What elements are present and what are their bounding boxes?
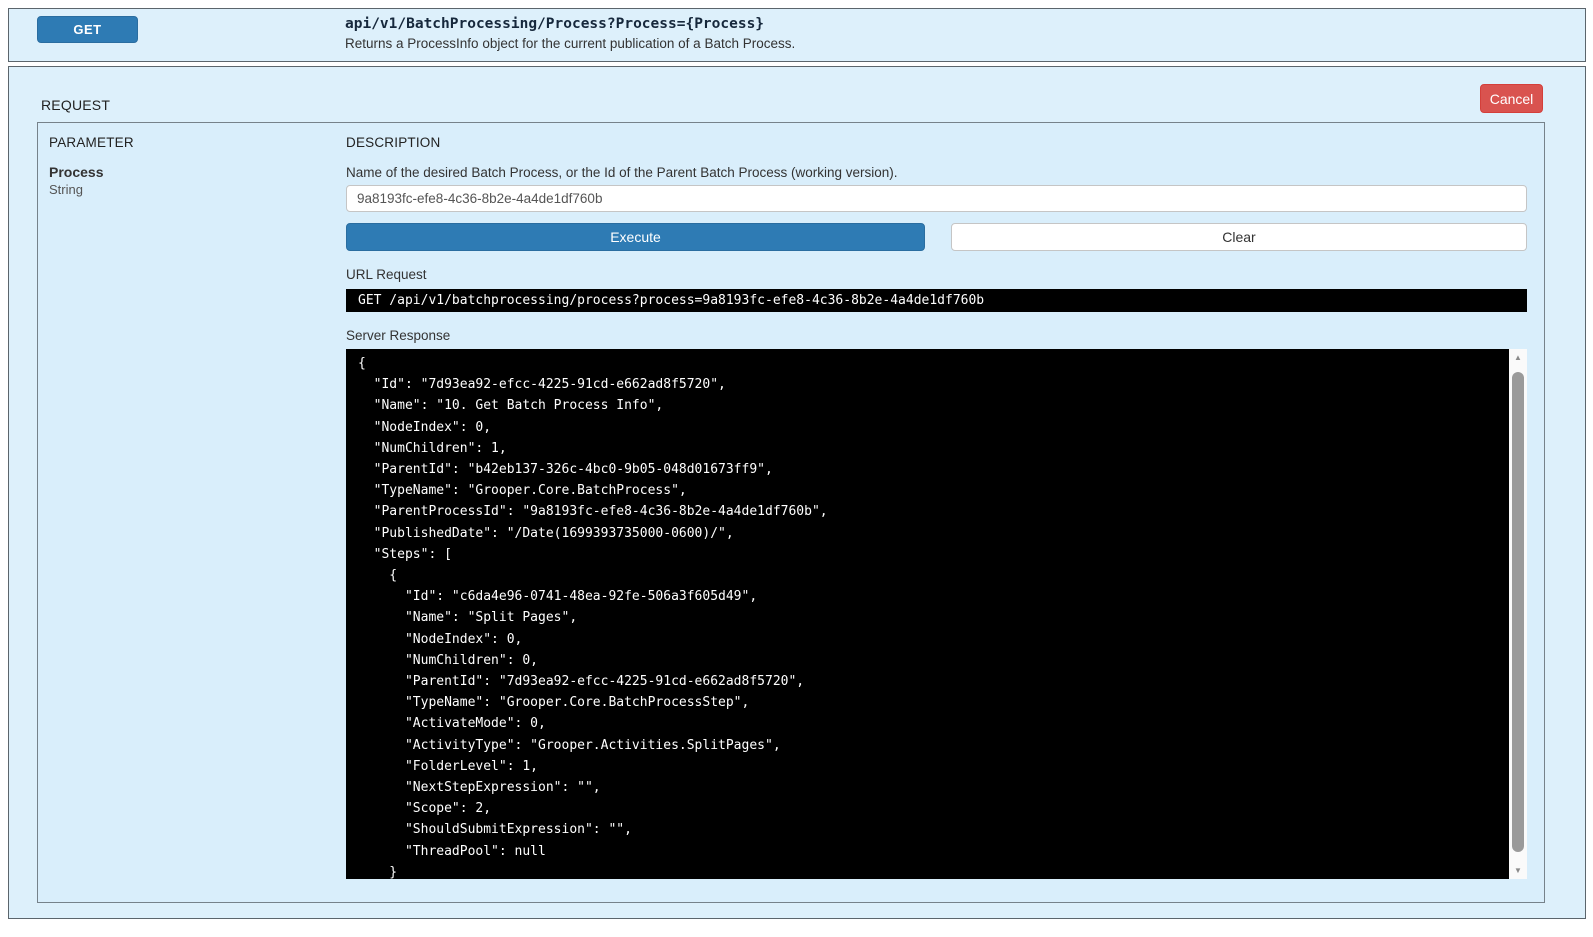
scrollbar-thumb[interactable] [1512, 372, 1524, 852]
operation-path: api/v1/BatchProcessing/Process?Process={… [345, 16, 765, 32]
parameter-name: Process [49, 164, 104, 180]
execute-button[interactable]: Execute [346, 223, 925, 251]
server-response-label: Server Response [346, 328, 451, 343]
process-parameter-input[interactable] [346, 185, 1527, 212]
description-column: DESCRIPTION Name of the desired Batch Pr… [346, 135, 1544, 902]
cancel-button[interactable]: Cancel [1480, 84, 1543, 113]
server-response-json: { "Id": "7d93ea92-efcc-4225-91cd-e662ad8… [358, 356, 828, 879]
http-method-badge[interactable]: GET [37, 16, 138, 43]
url-request-value: GET /api/v1/batchprocessing/process?proc… [346, 289, 1527, 312]
clear-button[interactable]: Clear [951, 223, 1527, 251]
server-response-console: { "Id": "7d93ea92-efcc-4225-91cd-e662ad8… [346, 349, 1527, 879]
parameter-column-header: PARAMETER [49, 135, 134, 150]
scrollbar-up-icon[interactable]: ▲ [1509, 349, 1527, 366]
scrollbar-down-icon[interactable]: ▼ [1509, 862, 1527, 879]
operation-title: api/v1/BatchProcessing/Process?Process={… [345, 16, 795, 51]
operation-header[interactable]: GET api/v1/BatchProcessing/Process?Proce… [8, 8, 1586, 62]
parameter-type: String [49, 182, 83, 197]
request-section-label: REQUEST [41, 97, 111, 113]
response-scrollbar[interactable]: ▲ ▼ [1509, 349, 1527, 879]
action-button-row: Execute Clear [346, 223, 1527, 251]
operation-summary: Returns a ProcessInfo object for the cur… [345, 36, 796, 51]
url-request-label: URL Request [346, 267, 427, 282]
parameter-column: PARAMETER Process String [38, 135, 346, 902]
request-section: Cancel REQUEST PARAMETER Process String … [8, 66, 1586, 919]
parameter-panel: PARAMETER Process String DESCRIPTION Nam… [37, 122, 1545, 903]
description-column-header: DESCRIPTION [346, 135, 441, 150]
parameter-description: Name of the desired Batch Process, or th… [346, 165, 898, 180]
